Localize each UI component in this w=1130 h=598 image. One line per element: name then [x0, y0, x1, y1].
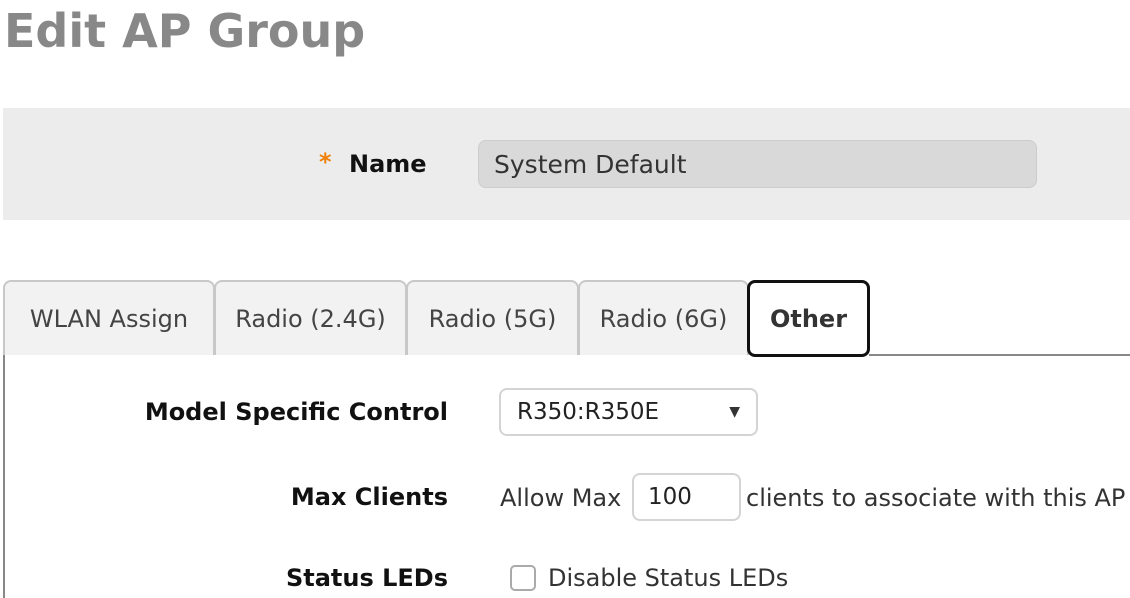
tab-wlan-assign[interactable]: WLAN Assign [3, 280, 215, 355]
max-clients-prefix: Allow Max [500, 484, 622, 512]
model-specific-control-label: Model Specific Control [144, 398, 448, 426]
status-leds-label: Status LEDs [285, 564, 448, 592]
max-clients-input[interactable] [632, 473, 741, 521]
tab-other[interactable]: Other [747, 280, 870, 357]
tab-radio-5g[interactable]: Radio (5G) [406, 280, 579, 355]
page-title: Edit AP Group [4, 4, 366, 58]
tab-radio-2-4g[interactable]: Radio (2.4G) [214, 280, 407, 355]
disable-status-leds-checkbox[interactable] [510, 565, 536, 591]
name-label: Name [349, 150, 427, 178]
max-clients-suffix: clients to associate with this AP [746, 484, 1126, 512]
required-marker: * [319, 148, 332, 176]
disable-status-leds-label[interactable]: Disable Status LEDs [548, 564, 788, 592]
max-clients-label: Max Clients [290, 483, 448, 511]
panel-border [3, 355, 5, 598]
tab-divider [869, 354, 1130, 356]
name-input[interactable] [478, 140, 1037, 188]
caret-down-icon: ▼ [729, 404, 740, 420]
tab-radio-6g[interactable]: Radio (6G) [578, 280, 749, 355]
selected-value: R350:R350E [517, 399, 660, 425]
model-specific-control-select[interactable]: R350:R350E ▼ [499, 388, 758, 436]
